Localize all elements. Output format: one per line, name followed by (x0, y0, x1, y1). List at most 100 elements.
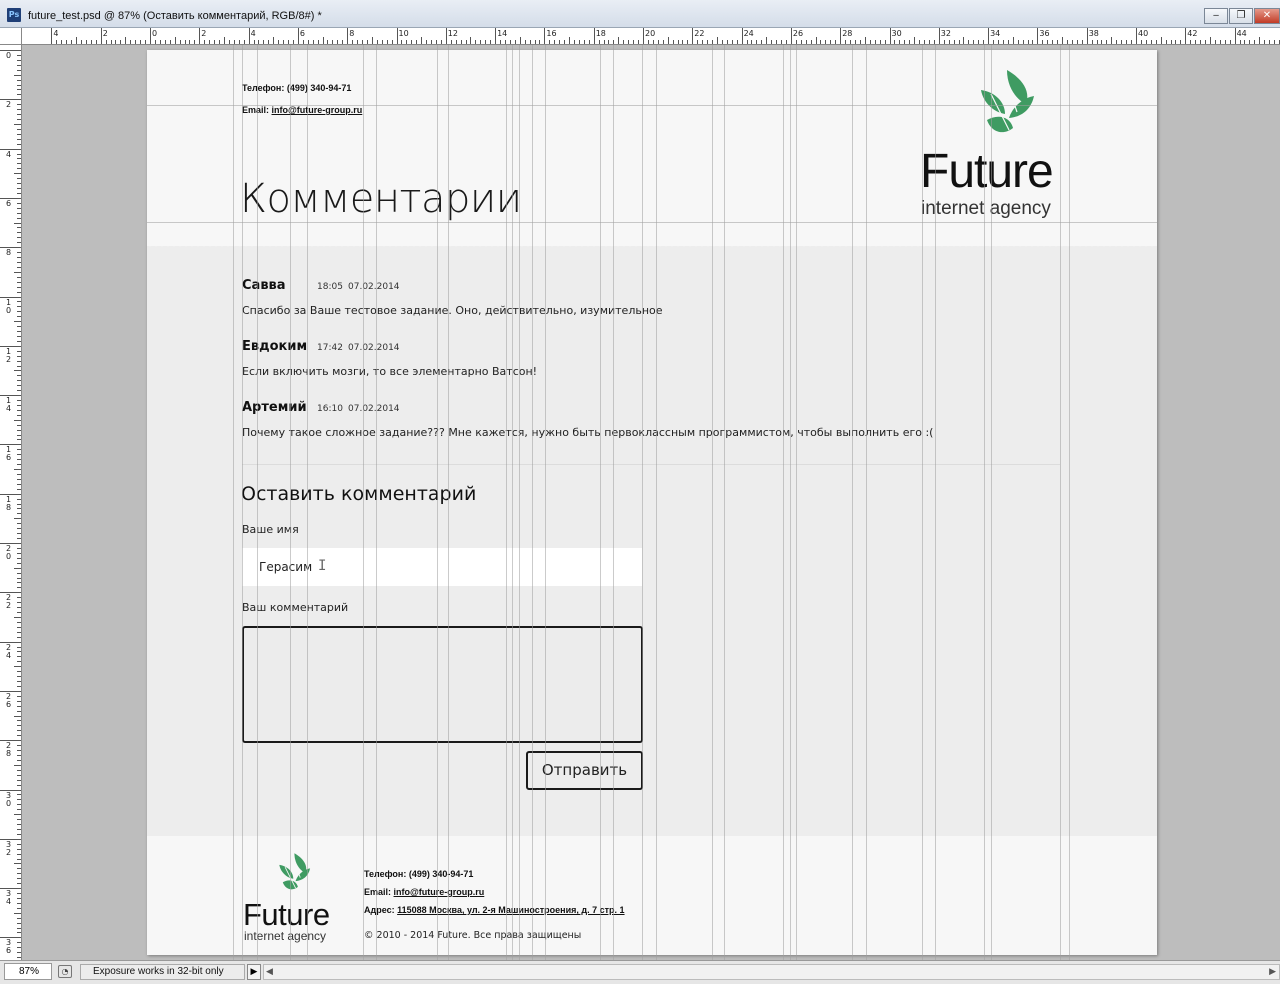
ruler-tick (1244, 40, 1246, 44)
ruler-tick (978, 40, 980, 44)
scroll-left-icon[interactable]: ◀ (266, 965, 273, 979)
ruler-tick (909, 40, 911, 44)
ruler-tick (17, 153, 21, 155)
ruler-tick (17, 143, 21, 145)
ruler-tick (17, 84, 21, 86)
ruler-tick (14, 666, 21, 668)
ruler-tick (17, 833, 21, 835)
ruler-tick (17, 158, 21, 160)
ruler-tick (17, 138, 21, 140)
comment-textarea[interactable] (242, 626, 643, 743)
ruler-tick (776, 40, 778, 44)
ruler-tick (997, 40, 999, 44)
submit-button[interactable]: Отправить (526, 751, 643, 790)
ruler-tick (692, 28, 694, 44)
ruler-tick (1101, 40, 1103, 44)
document-canvas[interactable]: Телефон: (499) 340-94-71 Email: info@fut… (147, 50, 1157, 955)
ruler-label: 18 (595, 29, 606, 38)
ruler-tick (884, 40, 886, 44)
ruler-tick (1249, 40, 1251, 44)
comment-author: Савва (242, 278, 286, 293)
ruler-tick (800, 40, 802, 44)
header-email-link[interactable]: info@future-group.ru (272, 105, 363, 115)
ruler-tick (716, 37, 718, 44)
footer-email-line: Email: info@future-group.ru (364, 887, 484, 898)
maximize-button[interactable]: ❐ (1229, 8, 1253, 24)
ruler-tick (603, 40, 605, 44)
ruler-tick (278, 40, 280, 44)
ruler-tick (17, 661, 21, 663)
ruler-tick (317, 40, 319, 44)
zoom-level-field[interactable]: 87% (4, 963, 52, 980)
ruler-tick (426, 40, 428, 44)
minimize-button[interactable]: ‒ (1204, 8, 1228, 24)
ruler-tick (549, 40, 551, 44)
vertical-ruler[interactable]: 0 2 4 6 8 10 12 14 16 18 20 22 24 26 28 30 32 34 36 (0, 45, 22, 960)
ruler-tick (302, 40, 304, 44)
ruler-tick (904, 40, 906, 44)
ruler-tick (647, 40, 649, 44)
ruler-tick (1076, 40, 1078, 44)
ruler-tick (17, 799, 21, 801)
ruler-label: 14 (6, 396, 12, 414)
ruler-tick (928, 40, 930, 44)
ruler-tick (421, 37, 423, 44)
ruler-tick (17, 828, 21, 830)
ruler-tick (17, 952, 21, 954)
ruler-tick (396, 28, 398, 44)
ruler-label: 28 (842, 29, 853, 38)
ruler-tick (14, 74, 21, 76)
ruler-tick (17, 306, 21, 308)
ruler-tick (598, 40, 600, 44)
name-input-value: Герасим (259, 560, 313, 574)
ruler-tick (746, 40, 748, 44)
ruler-tick (159, 40, 161, 44)
ruler-tick (17, 54, 21, 56)
ruler-tick (1150, 40, 1152, 44)
ruler-tick (854, 40, 856, 44)
ruler-origin[interactable] (0, 28, 22, 45)
ruler-label: 0 (6, 51, 12, 60)
footer-address-label: Адрес: (364, 905, 398, 915)
ruler-tick (509, 40, 511, 44)
ruler-tick (431, 40, 432, 44)
ruler-tick (859, 40, 861, 44)
close-button[interactable]: ✕ (1254, 8, 1280, 24)
horizontal-scrollbar[interactable]: ◀ ▶ (263, 964, 1280, 980)
document-profile-icon[interactable]: ◔ (58, 965, 72, 978)
status-menu-arrow-icon[interactable]: ▶ (247, 964, 261, 980)
ruler-label: 2 (201, 29, 207, 38)
ruler-tick (790, 28, 792, 44)
status-info: Exposure works in 32-bit only (80, 964, 245, 980)
ruler-tick (17, 163, 21, 165)
ruler-tick (17, 400, 21, 402)
ruler-tick (223, 37, 225, 44)
page-title: Комментарии (240, 176, 522, 222)
ruler-tick (17, 538, 21, 540)
ruler-tick (120, 40, 122, 44)
comment-author: Артемий (242, 400, 307, 415)
ruler-tick (194, 40, 196, 44)
comment-date: 07.02.2014 (348, 343, 400, 353)
footer-address: 115088 Москва, ул. 2-я Машиностроения, д… (397, 905, 625, 915)
ruler-tick (219, 40, 221, 44)
ruler-tick (17, 552, 21, 554)
ruler-tick (889, 28, 891, 44)
scroll-right-icon[interactable]: ▶ (1269, 965, 1276, 979)
horizontal-ruler[interactable]: 4 2 0 2 4 6 8 10 12 14 16 18 20 22 24 26 28 30 32 34 36 38 40 4… (22, 28, 1280, 45)
ruler-tick (17, 360, 21, 362)
ruler-tick (435, 40, 437, 44)
ruler-tick (17, 390, 21, 392)
ruler-tick (475, 40, 477, 44)
footer-logo-word: Future (243, 897, 330, 932)
ruler-tick (17, 572, 21, 574)
footer-email-link[interactable]: info@future-group.ru (394, 887, 485, 897)
name-input[interactable]: Герасим I (242, 548, 642, 586)
ruler-tick (465, 40, 467, 44)
ruler-tick (1209, 37, 1211, 44)
ruler-tick (1071, 40, 1073, 44)
ruler-tick (1007, 40, 1009, 44)
ruler-tick (17, 212, 21, 214)
ruler-tick (633, 40, 635, 44)
ruler-label: 38 (1088, 29, 1099, 38)
